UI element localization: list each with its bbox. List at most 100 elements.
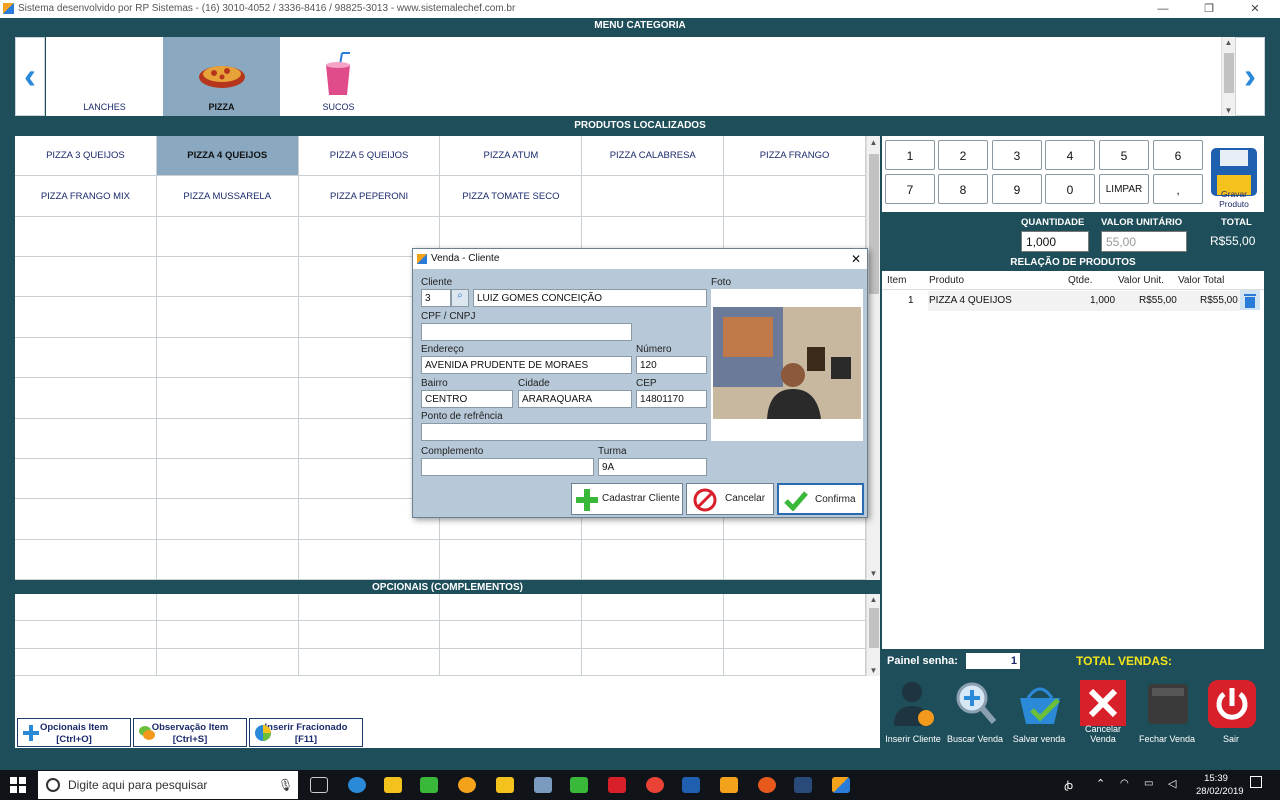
key-5[interactable]: 5	[1099, 140, 1149, 170]
microphone-icon[interactable]: 🎙	[278, 771, 293, 799]
database-icon[interactable]	[534, 777, 552, 793]
painel-senha-label: Painel senha:	[887, 655, 958, 667]
cliente-nome-field[interactable]: LUIZ GOMES CONCEIÇÃO	[473, 289, 707, 307]
opcionais-item-button[interactable]: Opcionais Item [Ctrl+O]	[17, 718, 131, 747]
cancelar-button[interactable]: Cancelar	[686, 483, 774, 515]
bairro-field[interactable]: CENTRO	[421, 390, 513, 408]
product-item[interactable]: PIZZA MUSSARELA	[156, 176, 299, 217]
key-7[interactable]: 7	[885, 174, 935, 204]
firefox-icon[interactable]	[758, 777, 776, 793]
category-pizza[interactable]: PIZZA	[163, 37, 280, 116]
key-8[interactable]: 8	[938, 174, 988, 204]
salvar-venda-button[interactable]: Salvar venda	[1008, 674, 1070, 746]
key-comma[interactable]: ,	[1153, 174, 1203, 204]
column-header: Valor Total	[1178, 275, 1225, 286]
cpf-field[interactable]	[421, 323, 632, 341]
options-scrollbar[interactable]: ▲ ▼	[866, 594, 880, 676]
complemento-field[interactable]	[421, 458, 594, 476]
search-cliente-button[interactable]: ⌕	[451, 289, 469, 307]
key-0[interactable]: 0	[1045, 174, 1095, 204]
teamviewer-icon[interactable]	[348, 777, 366, 793]
delphi-icon[interactable]	[794, 777, 812, 793]
task-view-icon[interactable]	[310, 777, 328, 793]
product-item[interactable]: PIZZA 3 QUEIJOS	[15, 136, 157, 177]
cidade-field[interactable]: ARARAQUARA	[518, 390, 632, 408]
category-scrollbar[interactable]: ▲ ▼	[1221, 37, 1235, 116]
sublime-icon[interactable]	[720, 777, 738, 793]
close-window-button[interactable]: ✕	[1232, 0, 1278, 18]
product-cell-empty	[724, 539, 866, 580]
windows-start-icon[interactable]	[10, 777, 26, 793]
confirma-button[interactable]: Confirma	[777, 483, 864, 515]
product-item-selected[interactable]: PIZZA 4 QUEIJOS	[156, 136, 299, 177]
painel-senha-input[interactable]: 1	[966, 653, 1020, 669]
key-2[interactable]: 2	[938, 140, 988, 170]
battery-icon[interactable]: ▭	[1144, 778, 1153, 789]
key-1[interactable]: 1	[885, 140, 935, 170]
dialog-app-icon	[417, 254, 427, 264]
outlook-icon[interactable]	[682, 777, 700, 793]
category-lanches[interactable]: LANCHES	[46, 37, 163, 116]
option-cell-empty	[156, 594, 299, 622]
cancelar-venda-button[interactable]: Cancelar Venda	[1072, 674, 1134, 746]
product-item[interactable]: PIZZA TOMATE SECO	[440, 176, 583, 217]
turma-field[interactable]: 9A	[598, 458, 707, 476]
dx-icon[interactable]	[608, 777, 626, 793]
clock[interactable]: 15:39 28/02/2019	[1196, 772, 1244, 798]
restore-button[interactable]: ❐	[1186, 0, 1232, 18]
cadastrar-cliente-button[interactable]: Cadastrar Cliente	[571, 483, 683, 515]
chevron-up-icon[interactable]: ⌃	[1096, 777, 1105, 790]
inserir-cliente-button[interactable]: Inserir Cliente	[882, 674, 944, 746]
product-item[interactable]: PIZZA CALABRESA	[582, 136, 725, 177]
scrollbar-thumb[interactable]	[1224, 53, 1234, 93]
endereco-field[interactable]: AVENIDA PRUDENTE DE MORAES	[421, 356, 632, 374]
trash-icon[interactable]	[1240, 290, 1260, 310]
key-4[interactable]: 4	[1045, 140, 1095, 170]
file-explorer-icon[interactable]	[384, 777, 402, 793]
cortana-circle-icon	[46, 778, 60, 792]
notification-icon[interactable]	[1250, 776, 1262, 788]
dialog-close-button[interactable]: ✕	[851, 249, 861, 269]
category-prev-button[interactable]: ‹	[15, 37, 45, 116]
app-icon[interactable]	[458, 777, 476, 793]
quantidade-input[interactable]: 1,000	[1021, 231, 1089, 252]
inserir-fracionado-button[interactable]: Inserir Fracionado [F11]	[249, 718, 363, 747]
product-item[interactable]: PIZZA 5 QUEIJOS	[298, 136, 441, 177]
key-limpar[interactable]: LIMPAR	[1099, 174, 1149, 204]
product-scrollbar[interactable]: ▲ ▼	[866, 136, 880, 580]
cliente-id-field[interactable]: 3	[421, 289, 451, 307]
excel-icon[interactable]	[420, 777, 438, 793]
valor-unitario-input[interactable]: 55,00	[1101, 231, 1187, 252]
gravar-produto-button[interactable]: Gravar Produto	[1205, 145, 1263, 209]
product-item[interactable]: PIZZA FRANGO	[724, 136, 866, 177]
sair-button[interactable]: Sair	[1200, 674, 1262, 746]
observacao-item-button[interactable]: Observação Item [Ctrl+S]	[133, 718, 247, 747]
design-app-icon[interactable]	[570, 777, 588, 793]
scrollbar-thumb[interactable]	[869, 154, 879, 294]
notes-icon[interactable]	[496, 777, 514, 793]
cep-field[interactable]: 14801170	[636, 390, 707, 408]
network-icon[interactable]: ◠	[1120, 778, 1129, 789]
category-next-button[interactable]: ›	[1235, 37, 1265, 116]
complemento-label: Complemento	[421, 446, 484, 457]
scrollbar-thumb[interactable]	[869, 608, 879, 648]
taskbar-search-input[interactable]: Digite aqui para pesquisar 🎙	[38, 771, 298, 799]
cliente-label: Cliente	[421, 277, 453, 288]
buscar-venda-button[interactable]: Buscar Venda	[944, 674, 1006, 746]
lechef-app-icon[interactable]	[832, 777, 850, 793]
volume-icon[interactable]: ◁	[1168, 777, 1176, 790]
key-9[interactable]: 9	[992, 174, 1042, 204]
product-item[interactable]: PIZZA FRANGO MIX	[15, 176, 157, 217]
key-3[interactable]: 3	[992, 140, 1042, 170]
people-icon[interactable]: ꞗ	[1064, 778, 1073, 793]
total-vendas-label: TOTAL VENDAS:	[1076, 654, 1173, 668]
key-6[interactable]: 6	[1153, 140, 1203, 170]
product-item[interactable]: PIZZA ATUM	[440, 136, 583, 177]
referencia-field[interactable]	[421, 423, 707, 441]
chrome-icon[interactable]	[646, 777, 664, 793]
category-sucos[interactable]: SUCOS	[280, 37, 397, 116]
product-item[interactable]: PIZZA PEPERONI	[298, 176, 441, 217]
minimize-button[interactable]: —	[1140, 0, 1186, 18]
fechar-venda-button[interactable]: Fechar Venda	[1136, 674, 1198, 746]
numero-field[interactable]: 120	[636, 356, 707, 374]
